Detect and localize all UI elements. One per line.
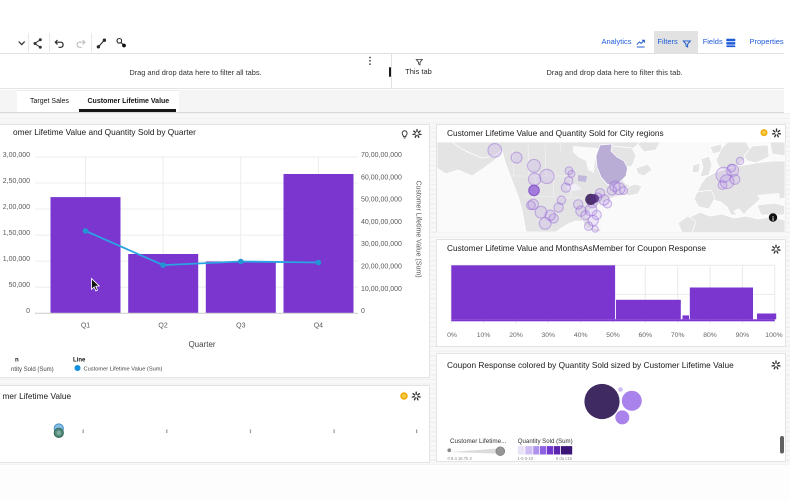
svg-text:Customer Lifetime Value (Sum): Customer Lifetime Value (Sum): [415, 180, 422, 277]
svg-text:10%: 10%: [477, 332, 491, 339]
svg-text:0 8.4 16.7k 3: 0 8.4 16.7k 3: [448, 456, 473, 461]
svg-text:40,00,00,000: 40,00,00,000: [361, 219, 402, 226]
svg-text:Q3: Q3: [236, 323, 245, 330]
svg-text:i: i: [772, 215, 774, 222]
svg-text:90%: 90%: [736, 332, 750, 339]
svg-text:Q1: Q1: [81, 323, 90, 330]
svg-text:0: 0: [26, 308, 30, 315]
svg-text:2,50,000: 2,50,000: [3, 178, 30, 185]
svg-text:100%: 100%: [765, 332, 782, 339]
svg-text:3,00,000: 3,00,000: [3, 152, 30, 159]
svg-text:30%: 30%: [541, 332, 555, 339]
svg-text:40%: 40%: [574, 332, 588, 339]
svg-text:50,000: 50,000: [9, 282, 31, 289]
svg-text:Line: Line: [73, 358, 86, 364]
svg-text:0%: 0%: [447, 332, 457, 339]
svg-text:1-5 5-10: 1-5 5-10: [518, 456, 534, 461]
svg-text:1,50,000: 1,50,000: [3, 230, 30, 237]
svg-text:60%: 60%: [638, 332, 652, 339]
svg-text:20,00,00,000: 20,00,00,000: [361, 264, 402, 271]
svg-text:2,00,000: 2,00,000: [3, 204, 30, 211]
svg-text:20%: 20%: [509, 332, 523, 339]
svg-text:Customer Lifetime...: Customer Lifetime...: [450, 438, 507, 445]
svg-text:0 do c15: 0 do c15: [556, 456, 573, 461]
svg-text:10,00,00,000: 10,00,00,000: [361, 286, 402, 293]
svg-text:50,00,00,000: 50,00,00,000: [361, 197, 402, 204]
svg-text:n: n: [15, 358, 19, 364]
svg-text:1,00,000: 1,00,000: [3, 256, 30, 263]
svg-text:30,00,00,000: 30,00,00,000: [361, 241, 402, 248]
svg-text:50%: 50%: [606, 332, 620, 339]
svg-text:0: 0: [361, 308, 365, 315]
svg-text:Q4: Q4: [314, 323, 323, 330]
svg-text:Quantity Sold (Sum): Quantity Sold (Sum): [518, 438, 573, 445]
svg-text:Q2: Q2: [158, 323, 167, 330]
svg-text:Quarter: Quarter: [188, 340, 215, 349]
svg-text:70,00,00,000: 70,00,00,000: [361, 152, 402, 159]
svg-text:70%: 70%: [671, 332, 685, 339]
svg-text:ntity Sold (Sum): ntity Sold (Sum): [11, 367, 54, 373]
svg-text:Customer Lifetime Value (Sum): Customer Lifetime Value (Sum): [84, 367, 163, 373]
svg-text:80%: 80%: [703, 332, 717, 339]
svg-text:60,00,00,000: 60,00,00,000: [361, 174, 402, 181]
